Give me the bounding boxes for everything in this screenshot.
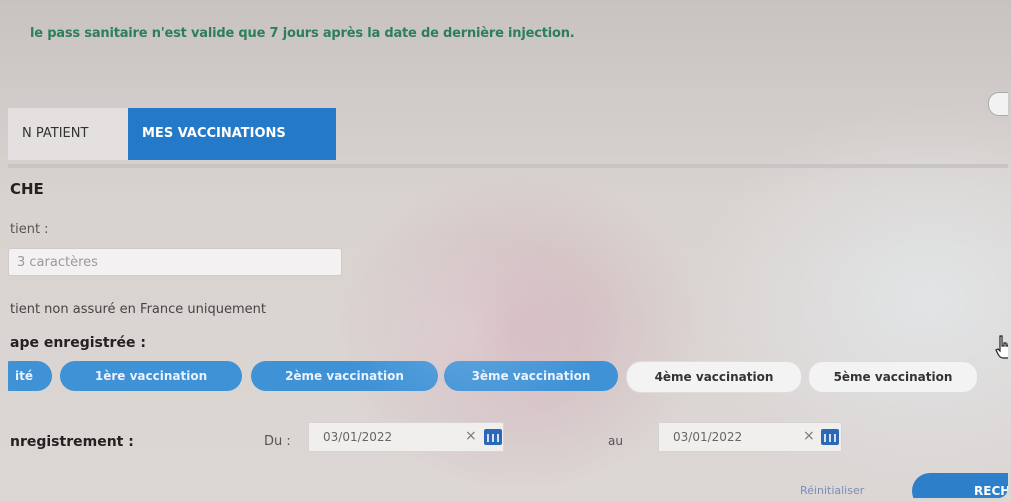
- date-from-label: Du :: [264, 434, 291, 449]
- stage-pill-4[interactable]: 4ème vaccination: [626, 361, 802, 393]
- reset-link[interactable]: Réinitialiser: [800, 484, 864, 497]
- stage-pill-1[interactable]: 1ère vaccination: [60, 361, 242, 391]
- stage-pill-5[interactable]: 5ème vaccination: [808, 361, 978, 393]
- clear-icon[interactable]: ×: [803, 428, 815, 444]
- patient-label: tient :: [10, 222, 49, 237]
- calendar-icon[interactable]: [821, 429, 839, 445]
- calendar-icon[interactable]: [484, 429, 502, 445]
- non-insured-option[interactable]: tient non assuré en France uniquement: [10, 302, 266, 317]
- stage-pill-3[interactable]: 3ème vaccination: [444, 361, 618, 391]
- patient-search-input[interactable]: [8, 248, 342, 276]
- tab-mes-vaccinations[interactable]: MES VACCINATIONS: [128, 108, 336, 160]
- date-from-value: 03/01/2022: [323, 430, 393, 444]
- stage-label: ape enregistrée :: [10, 335, 146, 351]
- validity-notice: le pass sanitaire n'est valide que 7 jou…: [30, 26, 575, 41]
- stage-pill-partial[interactable]: ité: [8, 361, 52, 391]
- date-to-field[interactable]: 03/01/2022 ×: [658, 422, 842, 452]
- tab-patient[interactable]: N PATIENT: [8, 108, 136, 160]
- stage-filter: ité 1ère vaccination 2ème vaccination 3è…: [8, 361, 1008, 393]
- stage-pill-2[interactable]: 2ème vaccination: [251, 361, 438, 391]
- section-title: CHE: [10, 180, 44, 198]
- search-button[interactable]: RECH: [912, 473, 1008, 498]
- date-label: nregistrement :: [10, 434, 134, 450]
- clear-icon[interactable]: ×: [465, 428, 477, 444]
- hand-cursor-icon: [995, 335, 1008, 359]
- date-to-value: 03/01/2022: [673, 430, 743, 444]
- date-from-field[interactable]: 03/01/2022 ×: [308, 422, 504, 452]
- screen: le pass sanitaire n'est valide que 7 jou…: [8, 4, 1008, 498]
- date-to-label: au: [608, 434, 623, 448]
